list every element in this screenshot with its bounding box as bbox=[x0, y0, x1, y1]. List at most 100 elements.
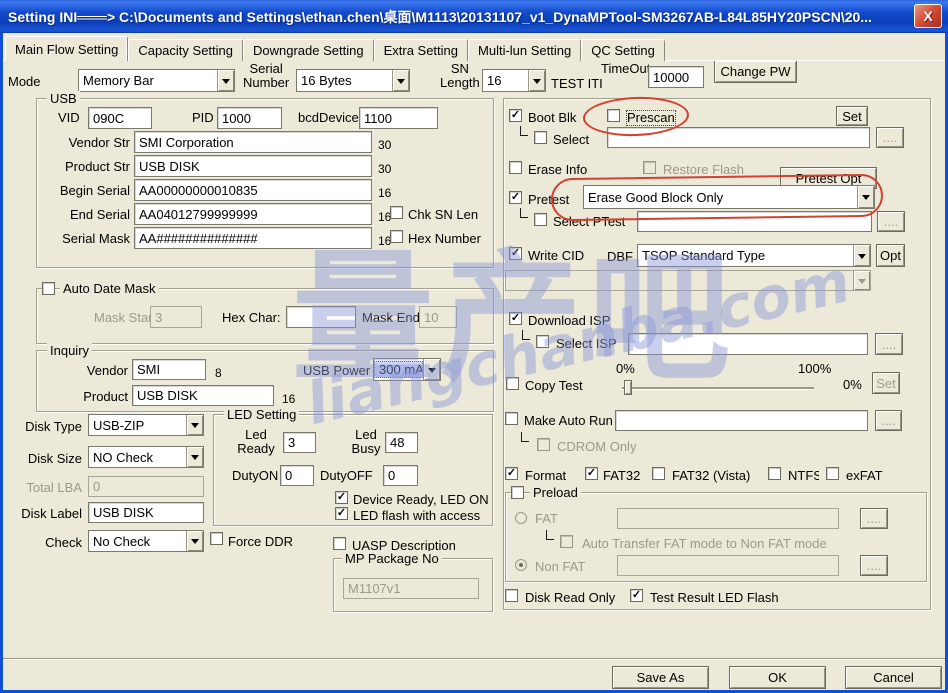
write-cid-checkbox[interactable] bbox=[509, 247, 522, 260]
led-flash-checkbox[interactable] bbox=[335, 507, 348, 520]
make-auto-run-checkbox[interactable] bbox=[505, 412, 518, 425]
inquiry-vendor-field[interactable]: SMI bbox=[132, 359, 206, 380]
chevron-down-icon[interactable] bbox=[392, 70, 409, 91]
test-result-led-label: Test Result LED Flash bbox=[650, 591, 779, 605]
mask-start-label: Mask Start bbox=[94, 311, 156, 325]
uasp-description-checkbox[interactable] bbox=[333, 537, 346, 550]
copy-test-value: 0% bbox=[843, 378, 862, 392]
format-checkbox[interactable] bbox=[505, 467, 518, 480]
check-select[interactable]: No Check bbox=[88, 530, 204, 552]
fat32-vista-checkbox[interactable] bbox=[652, 467, 665, 480]
boot-blk-select-checkbox[interactable] bbox=[534, 131, 547, 144]
chk-sn-len-label: Chk SN Len bbox=[408, 208, 478, 222]
device-ready-led-checkbox[interactable] bbox=[335, 491, 348, 504]
copy-test-slider-thumb[interactable] bbox=[624, 380, 632, 395]
inquiry-product-length: 16 bbox=[282, 392, 295, 406]
begin-serial-field[interactable]: AA00000000010835 bbox=[134, 179, 372, 201]
tab-capacity-setting[interactable]: Capacity Setting bbox=[128, 39, 243, 61]
change-pw-button[interactable]: Change PW bbox=[714, 60, 797, 83]
cid-opt-button[interactable]: Opt bbox=[876, 244, 905, 267]
force-ddr-checkbox[interactable] bbox=[210, 532, 223, 545]
isp-file-field[interactable] bbox=[628, 333, 868, 355]
select-isp-checkbox[interactable] bbox=[536, 335, 549, 348]
boot-blk-file-field[interactable] bbox=[607, 127, 870, 148]
chevron-down-icon[interactable] bbox=[528, 70, 545, 91]
end-serial-field[interactable]: AA04012799999999 bbox=[134, 203, 372, 225]
inquiry-product-field[interactable]: USB DISK bbox=[132, 385, 274, 406]
duty-off-field[interactable]: 0 bbox=[383, 465, 418, 486]
auto-date-mask-label: Auto Date Mask bbox=[60, 282, 159, 296]
download-isp-checkbox[interactable] bbox=[509, 312, 522, 325]
bcddevice-field[interactable]: 1100 bbox=[359, 107, 438, 129]
led-busy-field[interactable]: 48 bbox=[385, 432, 418, 453]
copy-test-checkbox[interactable] bbox=[506, 377, 519, 390]
save-as-button[interactable]: Save As bbox=[612, 666, 709, 689]
non-fat-radio bbox=[515, 559, 527, 571]
auto-run-file-field[interactable] bbox=[615, 410, 868, 431]
download-isp-label: Download ISP bbox=[528, 314, 610, 328]
disk-read-only-checkbox[interactable] bbox=[505, 589, 518, 602]
boot-blk-browse-button: .... bbox=[876, 127, 904, 148]
chevron-down-icon[interactable] bbox=[186, 531, 203, 551]
hex-char-field[interactable] bbox=[286, 306, 356, 328]
pretest-checkbox[interactable] bbox=[509, 191, 522, 204]
disk-size-select[interactable]: NO Check bbox=[88, 446, 204, 468]
test-result-led-checkbox[interactable] bbox=[630, 589, 643, 602]
tab-extra-setting[interactable]: Extra Setting bbox=[374, 39, 468, 61]
hex-number-checkbox[interactable] bbox=[390, 230, 403, 243]
settings-dialog-window: Setting INI═══> C:\Documents and Setting… bbox=[0, 0, 948, 693]
ntfs-checkbox[interactable] bbox=[768, 467, 781, 480]
prescan-checkbox[interactable] bbox=[607, 109, 620, 122]
fat32-checkbox[interactable] bbox=[585, 467, 598, 480]
vid-field[interactable]: 090C bbox=[88, 107, 152, 129]
serial-number-select[interactable]: 16 Bytes bbox=[296, 69, 410, 92]
tab-downgrade-setting[interactable]: Downgrade Setting bbox=[243, 39, 374, 61]
auto-date-mask-checkbox[interactable] bbox=[42, 282, 55, 295]
erase-info-checkbox[interactable] bbox=[509, 161, 522, 174]
sn-length-select[interactable]: 16 bbox=[482, 69, 546, 92]
chevron-down-icon[interactable] bbox=[217, 70, 234, 91]
disk-type-value: USB-ZIP bbox=[89, 418, 186, 433]
pid-field[interactable]: 1000 bbox=[217, 107, 282, 129]
preload-checkbox[interactable] bbox=[511, 486, 524, 499]
timeout-field[interactable]: 10000 bbox=[648, 66, 704, 88]
led-ready-field[interactable]: 3 bbox=[283, 432, 316, 453]
tab-multi-lun-setting[interactable]: Multi-lun Setting bbox=[468, 39, 581, 61]
exfat-checkbox[interactable] bbox=[826, 467, 839, 480]
vendor-str-field[interactable]: SMI Corporation bbox=[134, 131, 372, 153]
tab-strip: Main Flow Setting Capacity Setting Downg… bbox=[5, 36, 665, 61]
ok-button[interactable]: OK bbox=[729, 666, 826, 689]
disk-type-select[interactable]: USB-ZIP bbox=[88, 414, 204, 436]
tab-qc-setting[interactable]: QC Setting bbox=[581, 39, 665, 61]
dbf-select[interactable]: TSOP Standard Type bbox=[637, 244, 871, 267]
total-lba-field: 0 bbox=[88, 476, 204, 497]
duty-on-field[interactable]: 0 bbox=[280, 465, 314, 486]
select-ptest-checkbox[interactable] bbox=[534, 213, 547, 226]
product-str-field[interactable]: USB DISK bbox=[134, 155, 372, 177]
fat-file-field bbox=[617, 508, 839, 529]
prescan-label: Prescan bbox=[627, 111, 675, 125]
pretest-select[interactable]: Erase Good Block Only bbox=[583, 185, 875, 209]
boot-blk-checkbox[interactable] bbox=[509, 109, 522, 122]
boot-blk-set-button[interactable]: Set bbox=[836, 106, 868, 126]
usb-power-select[interactable]: 300 mA bbox=[373, 358, 441, 381]
chevron-down-icon[interactable] bbox=[423, 359, 440, 380]
cancel-button[interactable]: Cancel bbox=[845, 666, 942, 689]
vendor-str-length: 30 bbox=[378, 138, 391, 152]
chevron-down-icon[interactable] bbox=[186, 447, 203, 467]
write-cid-label: Write CID bbox=[528, 249, 584, 263]
serial-mask-field[interactable]: AA############## bbox=[134, 227, 372, 249]
chevron-down-icon[interactable] bbox=[853, 245, 870, 266]
close-icon[interactable]: X bbox=[914, 4, 942, 28]
tab-main-flow-setting[interactable]: Main Flow Setting bbox=[5, 36, 128, 61]
copy-test-slider-track[interactable] bbox=[622, 387, 814, 389]
ntfs-label: NTFS bbox=[788, 469, 819, 483]
pid-label: PID bbox=[192, 111, 214, 125]
chevron-down-icon[interactable] bbox=[186, 415, 203, 435]
ptest-file-field[interactable] bbox=[637, 211, 872, 232]
preload-label: Preload bbox=[530, 486, 581, 500]
chevron-down-icon[interactable] bbox=[857, 186, 874, 208]
disk-label-field[interactable]: USB DISK bbox=[88, 502, 204, 523]
chk-sn-len-checkbox[interactable] bbox=[390, 206, 403, 219]
mode-select[interactable]: Memory Bar bbox=[78, 69, 235, 92]
